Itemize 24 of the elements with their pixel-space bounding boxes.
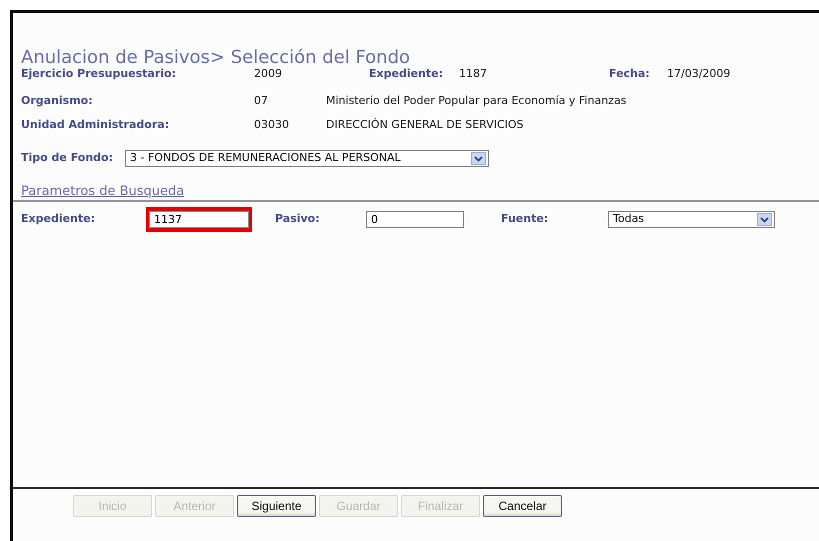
field-label: Tipo de Fondo: — [21, 150, 114, 166]
field-label: Expediente: — [369, 66, 444, 82]
nav-button[interactable]: Cancelar — [483, 495, 562, 517]
field-value: 07 — [254, 92, 269, 109]
field-label: Fuente: — [501, 211, 550, 228]
expediente-field[interactable]: 1137 — [146, 207, 252, 232]
fuente-dropdown[interactable]: Todas — [608, 211, 775, 228]
field-value: DIRECCIÓN GENERAL DE SERVICIOS — [326, 116, 524, 133]
field-label: Pasivo: — [275, 211, 321, 228]
field-value: 1187 — [459, 66, 488, 82]
section-heading: Parametros de Busqueda — [21, 184, 186, 199]
field-label: Fecha: — [609, 66, 651, 82]
field-value: Ministerio del Poder Popular para Economía y Finanzas — [326, 92, 626, 109]
nav-button[interactable]: Siguiente — [237, 495, 316, 517]
page-title: Anulacion de Pasivos> Selección del Fondo — [21, 47, 412, 68]
field-label: Ejercicio Presupuestario: — [21, 66, 178, 82]
field-value: 03030 — [254, 116, 290, 133]
field-value: 2009 — [254, 66, 283, 82]
field-label: Expediente: — [21, 211, 96, 228]
field-value: 17/03/2009 — [667, 66, 730, 82]
fund-type-dropdown[interactable]: 3 - FONDOS DE REMUNERACIONES AL PERSONAL — [125, 150, 489, 167]
field-label: Unidad Administradora: — [21, 116, 170, 133]
field-label: Organismo: — [21, 92, 94, 109]
pasivo-field[interactable]: 0 — [366, 211, 464, 228]
